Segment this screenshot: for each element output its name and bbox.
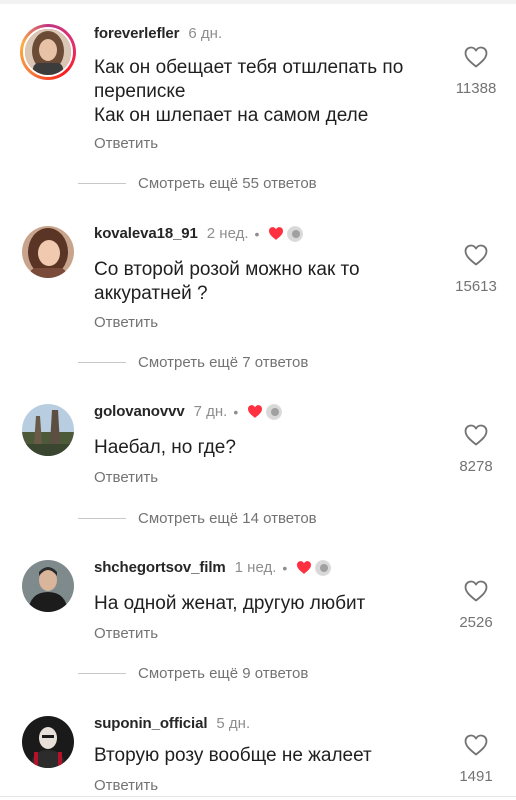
comment-text: Вторую розу вообще не жалеет xyxy=(94,744,434,768)
replies-divider xyxy=(78,518,126,519)
avatar-photo xyxy=(22,560,74,612)
view-replies-label: Смотреть ещё 7 ответов xyxy=(138,354,309,371)
heart-filled-icon xyxy=(247,404,263,419)
comment-text-line: аккуратней ? xyxy=(94,283,208,304)
reply-button[interactable]: Ответить xyxy=(94,777,158,794)
comment-text-line: Как он обещает тебя отшлепать по xyxy=(94,57,404,78)
comment-text-line: Со второй розой можно как то xyxy=(94,259,360,280)
like-control: 2526 xyxy=(446,580,506,631)
heart-filled-icon xyxy=(268,226,284,241)
avatar-photo xyxy=(22,226,74,278)
comment-text-line: переписке xyxy=(94,81,186,102)
username[interactable]: golovanovvv xyxy=(94,403,185,420)
view-replies-button[interactable]: Смотреть ещё 55 ответов xyxy=(78,175,317,192)
username[interactable]: shchegortsov_film xyxy=(94,559,226,576)
view-replies-button[interactable]: Смотреть ещё 7 ответов xyxy=(78,354,308,371)
avatar[interactable] xyxy=(22,560,74,612)
avatar-photo xyxy=(25,29,71,75)
top-divider xyxy=(0,0,516,4)
separator-dot: • xyxy=(282,559,288,576)
comment-meta: kovaleva18_91 2 нед. • xyxy=(94,225,304,242)
timestamp: 1 нед. xyxy=(234,559,277,576)
view-replies-label: Смотреть ещё 55 ответов xyxy=(138,175,317,192)
timestamp: 7 дн. xyxy=(193,403,228,420)
heart-outline-icon[interactable] xyxy=(464,244,488,266)
comment-text: Со второй розой можно как то аккуратней … xyxy=(94,258,434,306)
heart-outline-icon[interactable] xyxy=(464,424,488,446)
reply-button[interactable]: Ответить xyxy=(94,314,158,331)
comment-meta: golovanovvv 7 дн. • xyxy=(94,403,283,420)
separator-dot: • xyxy=(233,403,239,420)
like-count: 15613 xyxy=(455,278,497,295)
avatar[interactable] xyxy=(22,226,74,278)
heart-outline-icon[interactable] xyxy=(464,734,488,756)
comment-meta: suponin_official 5 дн. xyxy=(94,715,250,732)
avatar[interactable] xyxy=(22,716,74,768)
like-count: 8278 xyxy=(459,458,493,475)
bottom-divider xyxy=(0,796,516,797)
comment-text-line: Наебал, но где? xyxy=(94,437,236,458)
like-count: 2526 xyxy=(459,614,493,631)
comment-text: На одной женат, другую любит xyxy=(94,592,434,616)
timestamp: 6 дн. xyxy=(188,25,223,42)
like-control: 8278 xyxy=(446,424,506,475)
view-replies-button[interactable]: Смотреть ещё 9 ответов xyxy=(78,665,308,682)
like-control: 11388 xyxy=(446,46,506,97)
creator-avatar xyxy=(266,403,283,420)
like-control: 1491 xyxy=(446,734,506,785)
reply-button[interactable]: Ответить xyxy=(94,135,158,152)
replies-divider xyxy=(78,362,126,363)
comment-text: Наебал, но где? xyxy=(94,436,434,460)
creator-avatar xyxy=(287,225,304,242)
avatar[interactable] xyxy=(22,404,74,456)
avatar-photo xyxy=(22,716,74,768)
comment-text-line: Вторую розу вообще не жалеет xyxy=(94,745,372,766)
timestamp: 2 нед. xyxy=(206,225,249,242)
like-count: 11388 xyxy=(455,80,497,97)
replies-divider xyxy=(78,673,126,674)
username[interactable]: suponin_official xyxy=(94,715,208,732)
creator-avatar xyxy=(315,559,332,576)
timestamp: 5 дн. xyxy=(216,715,251,732)
like-count: 1491 xyxy=(459,768,493,785)
comment-text: Как он обещает тебя отшлепать по перепис… xyxy=(94,56,434,128)
comment-text-line: На одной женат, другую любит xyxy=(94,593,366,614)
view-replies-label: Смотреть ещё 9 ответов xyxy=(138,665,309,682)
username[interactable]: foreverlefler xyxy=(94,25,180,42)
comment-meta: shchegortsov_film 1 нед. • xyxy=(94,559,332,576)
view-replies-button[interactable]: Смотреть ещё 14 ответов xyxy=(78,510,317,527)
comment-meta: foreverlefler 6 дн. xyxy=(94,25,222,42)
avatar[interactable] xyxy=(20,24,76,80)
heart-filled-icon xyxy=(296,560,312,575)
replies-divider xyxy=(78,183,126,184)
reply-button[interactable]: Ответить xyxy=(94,625,158,642)
heart-outline-icon[interactable] xyxy=(464,580,488,602)
reply-button[interactable]: Ответить xyxy=(94,469,158,486)
comment-text-line: Как он шлепает на самом деле xyxy=(94,105,369,126)
username[interactable]: kovaleva18_91 xyxy=(94,225,198,242)
separator-dot: • xyxy=(254,225,260,242)
view-replies-label: Смотреть ещё 14 ответов xyxy=(138,510,317,527)
heart-outline-icon[interactable] xyxy=(464,46,488,68)
like-control: 15613 xyxy=(446,244,506,295)
avatar-photo xyxy=(22,404,74,456)
